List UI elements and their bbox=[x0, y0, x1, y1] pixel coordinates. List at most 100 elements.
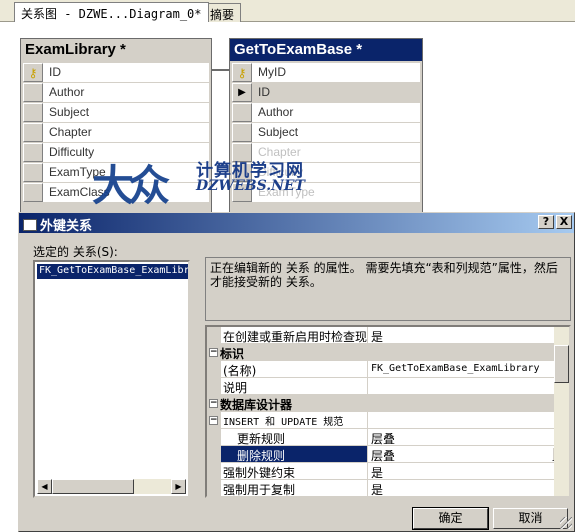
category-designer[interactable]: − 数据库设计器 bbox=[207, 395, 569, 412]
row-selector[interactable]: ▶ bbox=[232, 83, 252, 102]
collapse-icon[interactable]: − bbox=[209, 399, 218, 408]
scroll-thumb[interactable] bbox=[554, 345, 569, 383]
primary-key-icon: ⚷ bbox=[237, 65, 247, 80]
collapse-icon[interactable]: − bbox=[209, 348, 218, 357]
property-name: INSERT 和 UPDATE 规范 bbox=[221, 412, 368, 429]
dialog-title: 外键关系 bbox=[40, 219, 93, 234]
property-name: 删除规则 bbox=[221, 446, 368, 463]
row-selector[interactable] bbox=[23, 143, 43, 162]
cancel-button[interactable]: 取消 bbox=[493, 508, 568, 529]
property-name: (名称) bbox=[221, 361, 368, 378]
row-selector[interactable] bbox=[232, 103, 252, 122]
column-name: Subject bbox=[252, 123, 420, 142]
relationship-line[interactable] bbox=[212, 69, 229, 71]
delete-rule-select[interactable]: 层叠 ▼ bbox=[368, 446, 569, 463]
grid-gutter bbox=[207, 446, 221, 463]
property-name: 说明 bbox=[221, 378, 368, 395]
grid-gutter bbox=[207, 378, 221, 395]
ok-button[interactable]: 确定 bbox=[412, 507, 489, 530]
property-row[interactable]: 强制外键约束 是 bbox=[207, 463, 569, 480]
selected-relationship-label: 选定的 关系(S): bbox=[33, 245, 118, 259]
description-panel: 正在编辑新的 关系 的属性。 需要先填充“表和列规范”属性，然后才能接受新的 关… bbox=[205, 257, 571, 321]
grid-gutter: − bbox=[207, 412, 221, 429]
property-row[interactable]: 说明 bbox=[207, 378, 569, 395]
help-button[interactable]: ? bbox=[538, 215, 554, 229]
row-selector[interactable]: ⚷ bbox=[232, 63, 252, 82]
category-identity[interactable]: − 标识 bbox=[207, 344, 569, 361]
tab-diagram[interactable]: 关系图 - DZWE...Diagram_0* bbox=[14, 2, 209, 22]
grid-gutter bbox=[207, 429, 221, 446]
property-row[interactable]: 删除规则 层叠 ▼ bbox=[207, 446, 569, 463]
row-selector[interactable] bbox=[23, 163, 43, 182]
description-text: 正在编辑新的 关系 的属性。 需要先填充“表和列规范”属性，然后才能接受新的 关… bbox=[210, 261, 558, 289]
property-row[interactable]: (名称) FK_GetToExamBase_ExamLibrary bbox=[207, 361, 569, 378]
scroll-right-icon[interactable]: ▶ bbox=[171, 479, 186, 494]
primary-key-icon: ⚷ bbox=[28, 65, 38, 80]
current-row-arrow-icon: ▶ bbox=[238, 87, 246, 98]
property-name: 强制用于复制 bbox=[221, 480, 368, 496]
column-row[interactable]: Subject bbox=[232, 123, 420, 143]
scroll-left-icon[interactable]: ◀ bbox=[37, 479, 52, 494]
row-selector[interactable] bbox=[23, 183, 43, 202]
scroll-track[interactable] bbox=[52, 479, 171, 494]
property-row[interactable]: 强制用于复制 是 bbox=[207, 480, 569, 496]
foreign-key-dialog: 外键关系 ? X 选定的 关系(S): FK_GetToExamBase_Exa… bbox=[18, 212, 575, 532]
dialog-title-bar[interactable]: 外键关系 ? X bbox=[19, 213, 574, 234]
property-value[interactable] bbox=[368, 378, 569, 395]
column-row[interactable]: ⚷ MyID bbox=[232, 63, 420, 83]
column-row[interactable]: Subject bbox=[23, 103, 209, 123]
property-row[interactable]: 在创建或重新启用时检查现有 是 bbox=[207, 327, 569, 344]
collapse-icon[interactable]: − bbox=[209, 416, 218, 425]
column-row[interactable]: Author bbox=[232, 103, 420, 123]
watermark-subtitle: DZWEBS.NET bbox=[196, 178, 305, 194]
grid-gutter bbox=[207, 361, 221, 378]
row-selector[interactable] bbox=[23, 123, 43, 142]
table-title[interactable]: GetToExamBase * bbox=[230, 39, 422, 61]
column-row[interactable]: Chapter bbox=[23, 123, 209, 143]
relationship-list-item[interactable]: FK_GetToExamBase_ExamLibrary bbox=[37, 264, 188, 279]
grid-gutter bbox=[207, 327, 221, 344]
column-name: Author bbox=[252, 103, 420, 122]
category-label: 数据库设计器 bbox=[220, 398, 293, 412]
column-row[interactable]: ⚷ ID bbox=[23, 63, 209, 83]
column-row[interactable]: Author bbox=[23, 83, 209, 103]
row-selector[interactable] bbox=[23, 83, 43, 102]
close-button[interactable]: X bbox=[556, 215, 572, 229]
property-value[interactable]: 是 bbox=[368, 463, 569, 480]
column-name: Chapter bbox=[43, 123, 209, 142]
property-row[interactable]: 更新规则 层叠 bbox=[207, 429, 569, 446]
row-selector[interactable]: ⚷ bbox=[23, 63, 43, 82]
resize-grip-icon[interactable] bbox=[560, 517, 572, 529]
dialog-app-icon bbox=[23, 219, 37, 231]
property-grid[interactable]: 在创建或重新启用时检查现有 是 − 标识 (名称) FK_GetToExamBa… bbox=[205, 325, 571, 498]
column-name: ID bbox=[43, 63, 209, 82]
row-selector[interactable] bbox=[232, 123, 252, 142]
property-value[interactable]: 层叠 bbox=[368, 429, 569, 446]
vertical-scrollbar[interactable] bbox=[554, 327, 569, 496]
horizontal-scrollbar[interactable]: ◀ ▶ bbox=[37, 479, 186, 494]
property-name: 更新规则 bbox=[221, 429, 368, 446]
property-value[interactable]: FK_GetToExamBase_ExamLibrary bbox=[368, 361, 569, 378]
scroll-thumb[interactable] bbox=[52, 479, 134, 494]
table-title[interactable]: ExamLibrary * bbox=[21, 39, 211, 61]
site-watermark: 大众 计算机学习网 DZWEBS.NET bbox=[92, 152, 317, 212]
property-value[interactable]: 是 bbox=[368, 480, 569, 496]
document-tab-bar: 关系图 - DZWE...Diagram_0* 摘要 bbox=[0, 0, 575, 22]
column-name: ID bbox=[252, 83, 420, 102]
column-name: Author bbox=[43, 83, 209, 102]
grid-gutter bbox=[207, 480, 221, 496]
row-selector[interactable] bbox=[23, 103, 43, 122]
relationship-list[interactable]: FK_GetToExamBase_ExamLibrary ◀ ▶ bbox=[33, 260, 190, 498]
category-label: 标识 bbox=[220, 347, 245, 361]
column-row[interactable]: ▶ ID bbox=[232, 83, 420, 103]
property-name: 在创建或重新启用时检查现有 bbox=[221, 327, 368, 344]
property-row[interactable]: − INSERT 和 UPDATE 规范 bbox=[207, 412, 569, 429]
property-value: 层叠 bbox=[371, 449, 396, 463]
column-name: MyID bbox=[252, 63, 420, 82]
property-value[interactable]: 是 bbox=[368, 327, 569, 344]
tab-summary[interactable]: 摘要 bbox=[203, 3, 242, 22]
property-value bbox=[368, 412, 569, 429]
grid-gutter bbox=[207, 463, 221, 480]
property-name: 强制外键约束 bbox=[221, 463, 368, 480]
watermark-logo-icon: 大众 bbox=[92, 161, 170, 210]
